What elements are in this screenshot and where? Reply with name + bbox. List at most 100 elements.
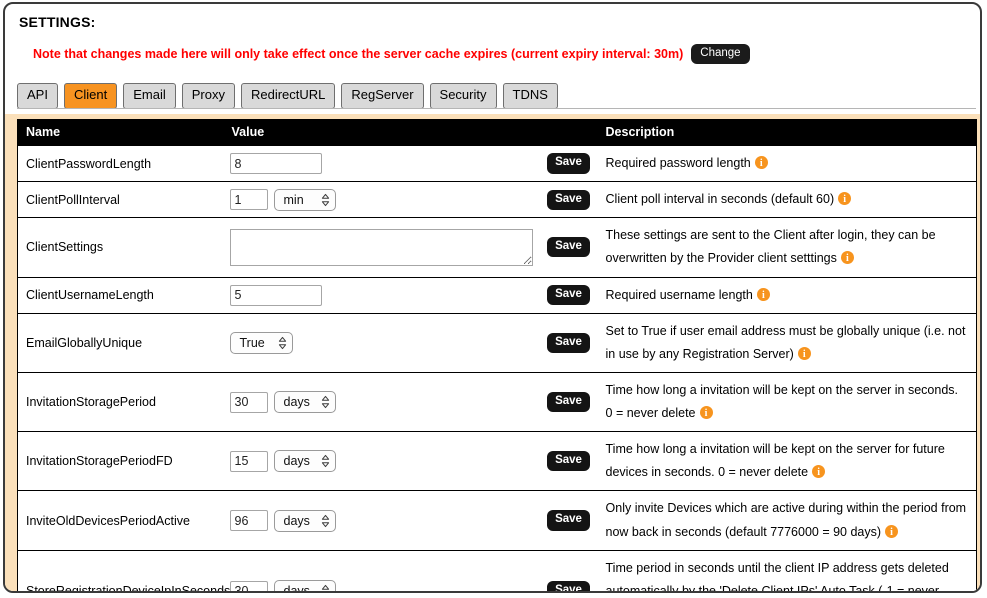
select-unit-label: days [283,395,310,409]
value-controls [229,228,534,266]
column-header-description: Description [597,119,977,146]
stepper-arrows-icon[interactable] [321,395,330,409]
table-row: EmailGloballyUnique True Save Set to True i… [17,312,977,373]
save-button[interactable]: Save [547,510,590,531]
tab-label: RegServer [351,87,414,102]
setting-description-cell: Time period in seconds until the client … [597,549,977,593]
stepper-arrows-icon[interactable] [321,193,330,207]
setting-unit-select[interactable]: days [273,580,336,593]
value-controls: days [229,509,534,532]
cache-notice-text: Note that changes made here will only ta… [33,46,684,61]
info-icon[interactable] [756,287,770,305]
save-button[interactable]: Save [547,237,590,258]
save-button[interactable]: Save [547,581,590,591]
cache-notice: Note that changes made here will only ta… [33,44,750,64]
select-unit-label: days [283,513,310,528]
tabs-underline [17,108,976,109]
setting-value-cell: days [223,431,540,492]
setting-save-cell: Save [539,312,598,373]
stepper-arrows-icon[interactable] [321,584,330,591]
page-title: SETTINGS: [19,14,96,30]
info-icon[interactable] [840,250,854,269]
select-unit-label: days [283,584,310,593]
setting-save-cell: Save [539,371,598,433]
setting-unit-select[interactable]: days [273,509,336,532]
setting-name-cell: ClientUsernameLength [17,276,224,314]
setting-value-cell: min [223,181,540,219]
change-expiry-button[interactable]: Change [691,44,750,64]
setting-value-cell: days [223,549,540,593]
tab-label: Client [73,87,108,102]
setting-description-text: Required username length [605,287,753,302]
tab-client[interactable]: Client [63,83,118,109]
setting-description-cell: Required password length [597,144,977,183]
stepper-arrows-icon[interactable] [321,514,330,528]
setting-name-label: ClientPollInterval [26,192,120,207]
setting-unit-select[interactable]: days [273,450,336,473]
setting-description-text: Client poll interval in seconds (default… [605,192,835,207]
setting-description-cell: These settings are sent to the Client af… [597,217,977,278]
info-icon[interactable] [812,464,826,483]
setting-name-label: EmailGloballyUnique [26,335,143,350]
tab-regserver[interactable]: RegServer [341,83,424,109]
setting-save-cell: Save [539,181,598,219]
setting-value-input[interactable] [229,284,322,306]
column-header-value: Value [223,119,598,146]
info-icon[interactable] [885,524,899,542]
setting-value-input[interactable] [229,450,268,472]
value-controls: days [229,450,534,473]
save-button[interactable]: Save [547,153,590,174]
setting-unit-select[interactable]: min [273,188,336,211]
stepper-arrows-icon[interactable] [278,336,287,350]
tab-label: Proxy [191,87,225,102]
setting-value-cell [223,217,540,278]
setting-name-label: ClientUsernameLength [26,288,154,303]
tab-email[interactable]: Email [123,83,176,109]
setting-value-input[interactable] [229,510,268,531]
setting-description-cell: Required username length [597,276,977,314]
value-controls: days [229,580,534,593]
tab-label: TDNS [512,87,548,102]
setting-value-input[interactable] [229,189,268,211]
select-value-label: True [239,335,265,350]
tab-security[interactable]: Security [429,83,497,109]
info-icon[interactable] [754,155,768,174]
setting-description-cell: Only invite Devices which are active dur… [597,490,977,551]
save-button[interactable]: Save [547,189,590,210]
info-icon[interactable] [838,191,852,210]
setting-save-cell: Save [539,144,598,183]
setting-value-input[interactable] [229,580,268,591]
setting-name-cell: ClientPollInterval [17,181,224,219]
setting-value-textarea[interactable] [229,228,533,266]
save-button[interactable]: Save [547,332,590,353]
setting-description-text: Required password length [605,156,751,170]
tab-redirecturl[interactable]: RedirectURL [240,83,336,109]
tab-api[interactable]: API [17,83,58,109]
setting-unit-select[interactable]: days [273,391,336,413]
setting-value-input[interactable] [229,153,322,175]
setting-name-label: StoreRegistrationDeviceIpInSeconds [26,584,231,593]
save-button[interactable]: Save [547,391,590,413]
setting-value-input[interactable] [229,391,268,413]
save-button[interactable]: Save [547,284,590,306]
stepper-arrows-icon[interactable] [321,454,330,468]
info-icon[interactable] [797,346,811,364]
value-controls: days [229,391,534,413]
info-icon[interactable] [699,405,713,424]
setting-name-label: ClientPasswordLength [26,156,152,171]
setting-description-text: Time how long a invitation will be kept … [605,442,945,480]
table-row: StoreRegistrationDeviceIpInSeconds days Sa… [17,549,977,593]
setting-description-text: Time period in seconds until the client … [605,560,949,593]
setting-name-cell: InviteOldDevicesPeriodActive [17,490,224,551]
tab-tdns[interactable]: TDNS [502,83,558,109]
setting-value-cell [223,144,540,183]
setting-save-cell: Save [539,549,598,591]
table-header-row: Name Value Description [17,119,977,146]
setting-save-cell: Save [539,276,598,314]
save-button[interactable]: Save [547,451,590,472]
setting-description-cell: Set to True if user email address must b… [597,312,977,373]
setting-value-select[interactable]: True [229,331,293,354]
select-unit-label: days [283,454,310,469]
tab-proxy[interactable]: Proxy [181,83,235,109]
setting-name-cell: ClientPasswordLength [17,144,224,183]
